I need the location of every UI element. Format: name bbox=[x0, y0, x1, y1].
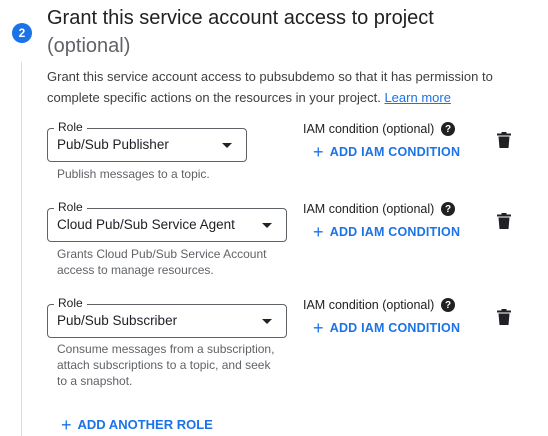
iam-condition-label: IAM condition (optional) bbox=[303, 202, 435, 216]
role-label: Role bbox=[54, 120, 87, 134]
add-iam-condition-label: ADD IAM CONDITION bbox=[329, 225, 461, 239]
section-description: Grant this service account access to pub… bbox=[47, 66, 517, 108]
add-another-role-button[interactable]: + ADD ANOTHER ROLE bbox=[61, 415, 213, 436]
add-iam-condition-button[interactable]: + ADD IAM CONDITION bbox=[313, 142, 460, 163]
learn-more-link[interactable]: Learn more bbox=[384, 90, 450, 105]
caret-down-icon bbox=[262, 319, 272, 324]
section-title-optional: (optional) bbox=[47, 35, 131, 57]
role-value: Pub/Sub Publisher bbox=[57, 137, 169, 152]
step-connector-line bbox=[21, 62, 22, 436]
help-circle-icon[interactable]: ? bbox=[441, 298, 455, 312]
section-title: Grant this service account access to pro… bbox=[47, 4, 527, 60]
iam-condition-label: IAM condition (optional) bbox=[303, 122, 435, 136]
caret-down-icon bbox=[222, 143, 232, 148]
help-circle-icon[interactable]: ? bbox=[441, 122, 455, 136]
role-hint: Grants Cloud Pub/Sub Service Account acc… bbox=[57, 247, 267, 277]
role-select-3[interactable]: Role Pub/Sub Subscriber bbox=[47, 296, 287, 338]
add-another-role-label: ADD ANOTHER ROLE bbox=[77, 417, 213, 432]
iam-condition-label: IAM condition (optional) bbox=[303, 298, 435, 312]
role-label: Role bbox=[54, 296, 87, 310]
help-circle-icon[interactable]: ? bbox=[441, 202, 455, 216]
section-title-text: Grant this service account access to pro… bbox=[47, 7, 434, 29]
trash-icon[interactable] bbox=[497, 309, 511, 325]
plus-icon: + bbox=[313, 318, 324, 338]
add-iam-condition-label: ADD IAM CONDITION bbox=[329, 321, 461, 335]
role-hint: Consume messages from a subscription, at… bbox=[57, 342, 275, 388]
trash-icon[interactable] bbox=[497, 213, 511, 229]
plus-icon: + bbox=[313, 222, 324, 242]
add-iam-condition-button[interactable]: + ADD IAM CONDITION bbox=[313, 222, 460, 243]
trash-icon[interactable] bbox=[497, 132, 511, 148]
role-hint: Publish messages to a topic. bbox=[57, 167, 210, 181]
role-select-2[interactable]: Role Cloud Pub/Sub Service Agent bbox=[47, 200, 287, 242]
step-number-badge: 2 bbox=[12, 23, 32, 43]
plus-icon: + bbox=[313, 142, 324, 162]
add-iam-condition-button[interactable]: + ADD IAM CONDITION bbox=[313, 318, 460, 339]
role-select-1[interactable]: Role Pub/Sub Publisher bbox=[47, 120, 247, 162]
role-label: Role bbox=[54, 200, 87, 214]
caret-down-icon bbox=[262, 223, 272, 228]
role-value: Pub/Sub Subscriber bbox=[57, 313, 178, 328]
add-iam-condition-label: ADD IAM CONDITION bbox=[329, 145, 461, 159]
plus-icon: + bbox=[61, 415, 72, 435]
role-value: Cloud Pub/Sub Service Agent bbox=[57, 217, 235, 232]
